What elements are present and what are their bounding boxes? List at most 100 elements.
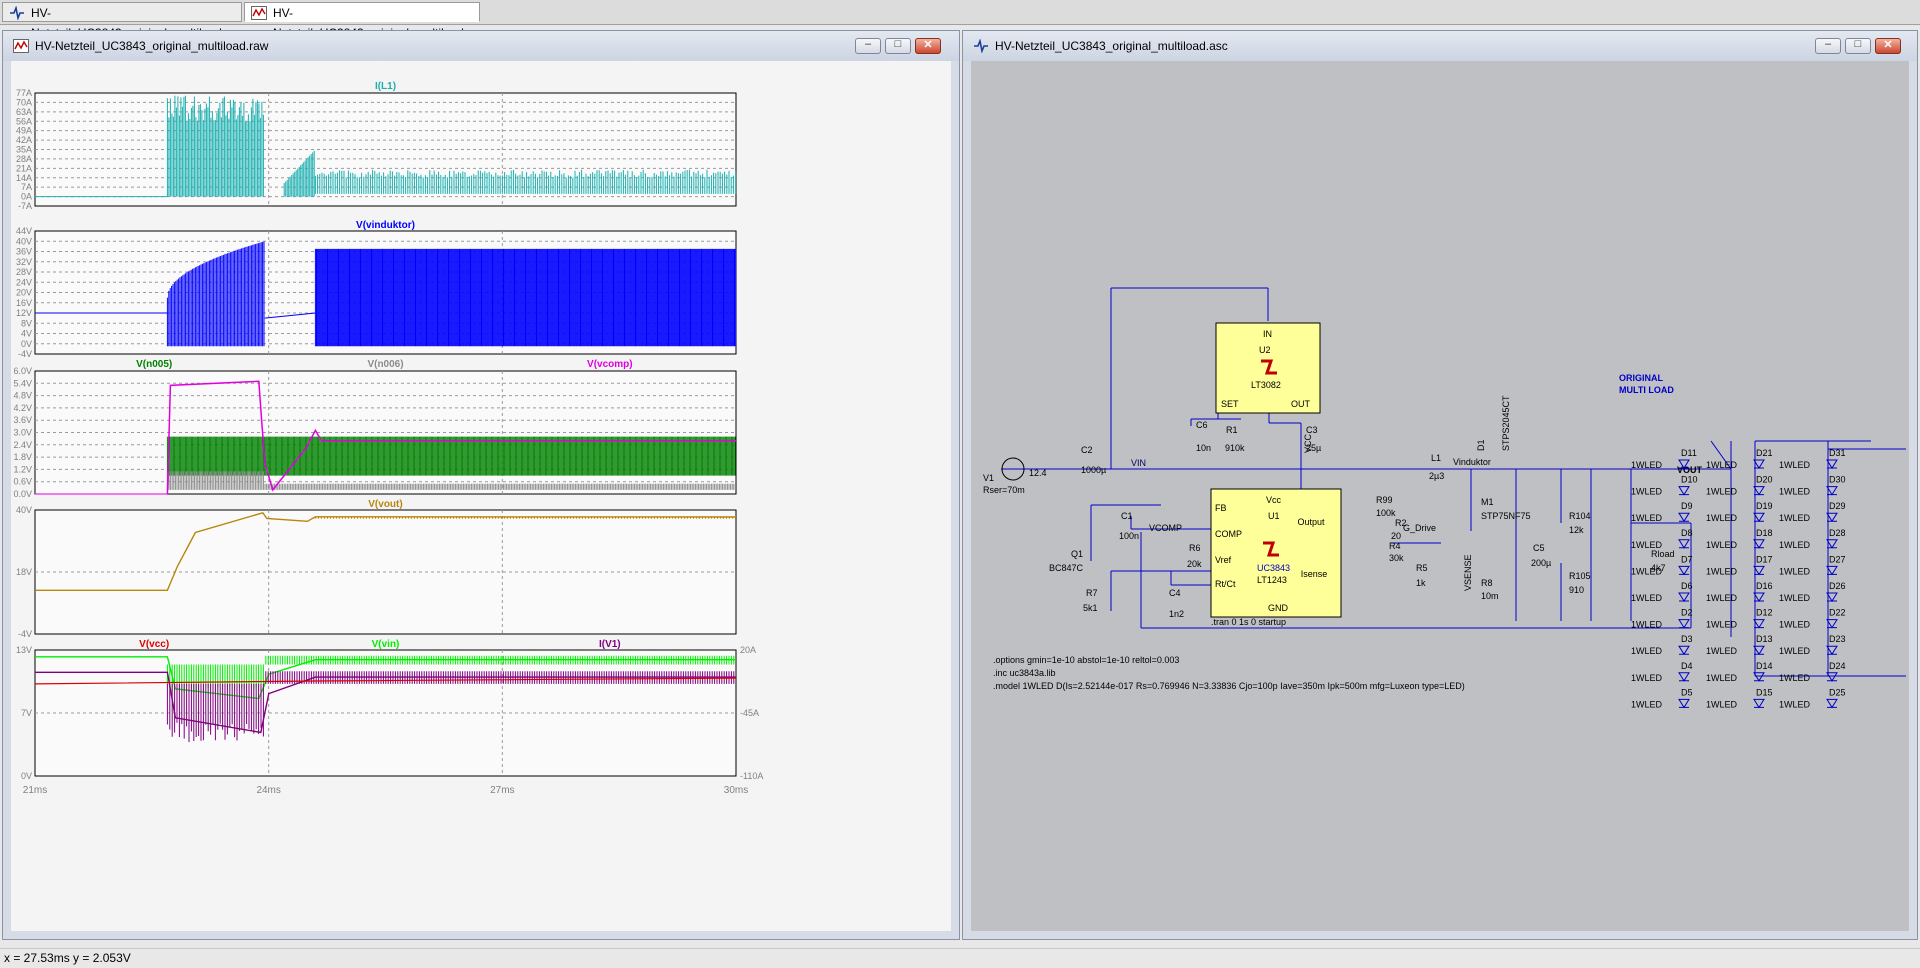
net-vout: VOUT (1677, 465, 1703, 475)
schematic-canvas[interactable]: IN U2 LT3082 SET OUT C6 10n R1 910k C3 2… (971, 61, 1909, 931)
directive-options: .options gmin=1e-10 abstol=1e-10 reltol=… (993, 655, 1179, 665)
minimize-icon: – (864, 38, 872, 50)
led-model-label: 1WLED (1779, 487, 1811, 497)
u1-pin-comp: COMP (1215, 529, 1242, 539)
y-tick-label: 4V (21, 329, 32, 339)
d1-ref: D1 (1476, 439, 1486, 451)
y2-tick-label: -110A (740, 771, 763, 781)
m1-ref: M1 (1481, 497, 1494, 507)
y-tick-label: 1.8V (13, 452, 32, 462)
led-ref: D8 (1681, 528, 1693, 538)
led-model-label: 1WLED (1706, 460, 1738, 470)
r99-val: 100k (1376, 508, 1396, 518)
q1-part: BC847C (1049, 563, 1084, 573)
r7-val: 5k1 (1083, 603, 1098, 613)
led-ref: D13 (1756, 634, 1773, 644)
x-tick-label: 30ms (724, 785, 748, 796)
schematic-drawing[interactable]: IN U2 LT3082 SET OUT C6 10n R1 910k C3 2… (971, 61, 1911, 931)
close-button[interactable]: ✕ (1875, 38, 1901, 54)
net-g-drive: G_Drive (1403, 523, 1436, 533)
y-tick-label: 12V (16, 308, 32, 318)
net-vcc: VCC (1303, 433, 1313, 453)
minimize-button[interactable]: – (855, 38, 881, 54)
y-tick-label: 0V (21, 771, 32, 781)
tab-schematic[interactable]: HV-Netzteil_UC3843_original_multiload.as… (2, 2, 244, 40)
r5-ref: R5 (1416, 563, 1428, 573)
net-vcomp: VCOMP (1149, 523, 1182, 533)
led-model-label: 1WLED (1631, 460, 1663, 470)
waveform-plot-area[interactable]: 77A70A63A56A49A42A35A28A21A14A7A0A-7AI(L… (11, 61, 951, 931)
y-tick-label: 7V (21, 708, 32, 718)
led-ref: D3 (1681, 634, 1693, 644)
led-model-label: 1WLED (1706, 673, 1738, 683)
y-tick-label: 0.0V (13, 489, 32, 499)
led-model-label: 1WLED (1631, 566, 1663, 576)
r5-val: 1k (1416, 578, 1426, 588)
led-ref: D11 (1681, 448, 1697, 458)
led-symbol-icon (1678, 512, 1690, 523)
v1-ref: V1 (983, 473, 994, 483)
led-model-label: 1WLED (1779, 540, 1811, 550)
led-model-label: 1WLED (1706, 699, 1738, 709)
r6-val: 20k (1187, 559, 1202, 569)
cursor-readout: x = 27.53ms y = 2.053V (4, 951, 131, 965)
u1-pin-fb: FB (1215, 503, 1227, 513)
led-ref: D31 (1829, 448, 1846, 458)
led-ref: D15 (1756, 687, 1773, 697)
status-bar: x = 27.53ms y = 2.053V (0, 948, 1920, 967)
note-multiload: MULTI LOAD (1619, 385, 1674, 395)
led-model-label: 1WLED (1706, 540, 1738, 550)
led-ref: D2 (1681, 608, 1693, 618)
led-model-label: 1WLED (1779, 566, 1811, 576)
led-ref: D17 (1756, 554, 1773, 564)
u1-pin-isense: Isense (1301, 569, 1328, 579)
c4-ref: C4 (1169, 588, 1181, 598)
v1-val: 12.4 (1029, 468, 1047, 478)
maximize-button[interactable]: □ (885, 38, 911, 54)
led-ref: D23 (1829, 634, 1846, 644)
led-symbol-icon (1678, 645, 1690, 656)
maximize-button[interactable]: □ (1845, 38, 1871, 54)
waveform-canvas[interactable]: 77A 70A 63A 56A 49A 42A 35A 28A 21A 14A 7A 0A -7A I(L… (11, 61, 951, 931)
led-symbol-icon (1678, 698, 1690, 709)
close-button[interactable]: ✕ (915, 38, 941, 54)
r104-val: 12k (1569, 525, 1584, 535)
led-model-label: 1WLED (1706, 646, 1738, 656)
waveform-titlebar[interactable]: HV-Netzteil_UC3843_original_multiload.ra… (3, 31, 959, 61)
c3-ref: C3 (1306, 425, 1318, 435)
led-model-label: 1WLED (1779, 699, 1811, 709)
y-tick-label: 3.0V (13, 428, 32, 438)
c1-ref: C1 (1121, 511, 1133, 521)
led-model-label: 1WLED (1779, 673, 1811, 683)
series-label: V(n005) (136, 359, 172, 370)
tab-waveform[interactable]: HV-Netzteil_UC3843_original_multiload.ra… (244, 2, 486, 40)
waveform-icon (251, 6, 267, 20)
v1-rser: Rser=70m (983, 485, 1025, 495)
u2-pin-in: IN (1263, 329, 1272, 339)
led-symbol-icon (1826, 698, 1838, 709)
u2-pin-out: OUT (1291, 399, 1311, 409)
led-ref: D21 (1756, 448, 1773, 458)
led-symbol-icon (1678, 486, 1690, 496)
led-ref: D9 (1681, 501, 1693, 511)
schematic-window-title: HV-Netzteil_UC3843_original_multiload.as… (995, 39, 1228, 53)
y-tick-label: 8V (21, 318, 32, 328)
u1-controller[interactable] (1210, 488, 1342, 618)
waveform-window: HV-Netzteil_UC3843_original_multiload.ra… (2, 30, 960, 940)
c5-ref: C5 (1533, 543, 1545, 553)
u1-pin-gnd: GND (1268, 603, 1289, 613)
y-tick-label: 0.6V (13, 477, 32, 487)
minimize-button[interactable]: – (1815, 38, 1841, 54)
led-model-label: 1WLED (1631, 673, 1663, 683)
r1-ref: R1 (1226, 425, 1238, 435)
led-model-label: 1WLED (1631, 487, 1663, 497)
schematic-titlebar[interactable]: HV-Netzteil_UC3843_original_multiload.as… (963, 31, 1917, 61)
r2-ref: R2 (1395, 518, 1407, 528)
y-tick-label: 20V (16, 288, 32, 298)
led-model-label: 1WLED (1706, 566, 1738, 576)
series-label: V(vout) (368, 499, 402, 510)
led-model-label: 1WLED (1779, 513, 1811, 523)
led-ref: D6 (1681, 581, 1693, 591)
c2-ref: C2 (1081, 445, 1093, 455)
close-icon: ✕ (923, 39, 933, 51)
